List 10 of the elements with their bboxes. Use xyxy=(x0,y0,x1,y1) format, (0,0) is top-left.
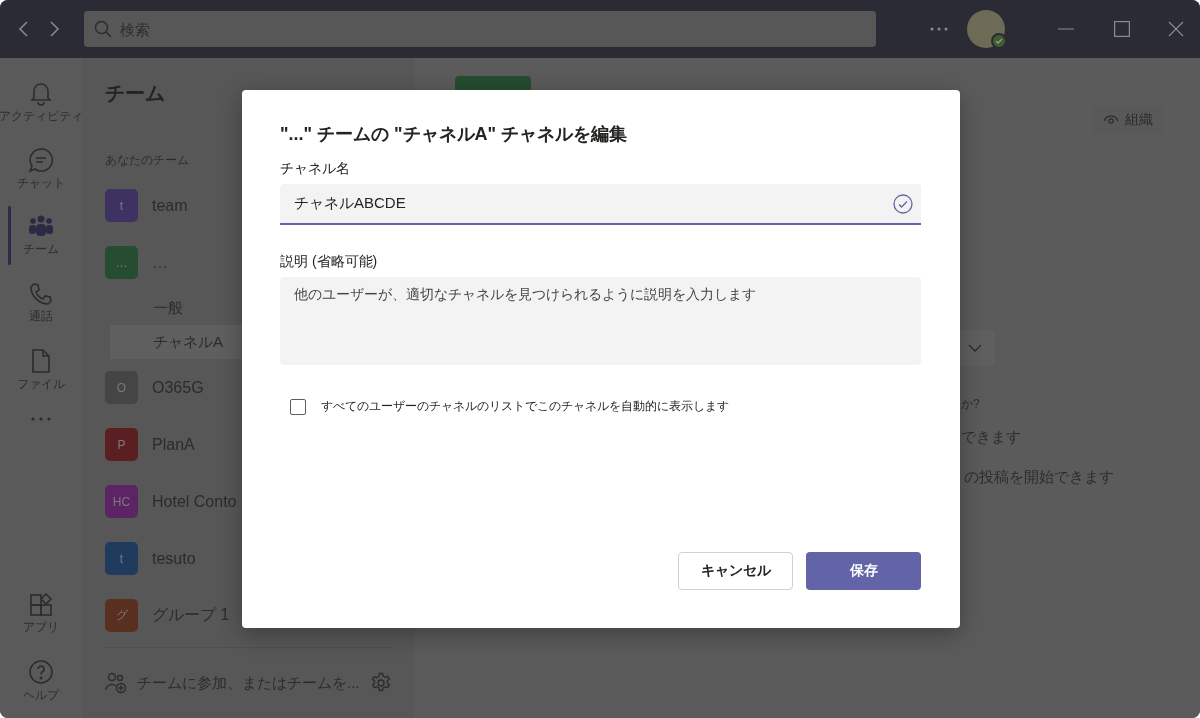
team-avatar: … xyxy=(105,246,138,279)
team-avatar: t xyxy=(105,189,138,222)
team-avatar: HC xyxy=(105,485,138,518)
team-avatar: グ xyxy=(105,599,138,632)
team-avatar: t xyxy=(105,542,138,575)
dialog-title: "..." チームの "チャネルA" チャネルを編集 xyxy=(280,123,629,146)
checkbox-label: すべてのユーザーのチャネルのリストでこのチャネルを自動的に表示します xyxy=(321,398,729,415)
team-avatar: P xyxy=(105,428,138,461)
field-label: チャネル名 xyxy=(280,160,350,178)
field-label: 説明 (省略可能) xyxy=(280,253,378,271)
